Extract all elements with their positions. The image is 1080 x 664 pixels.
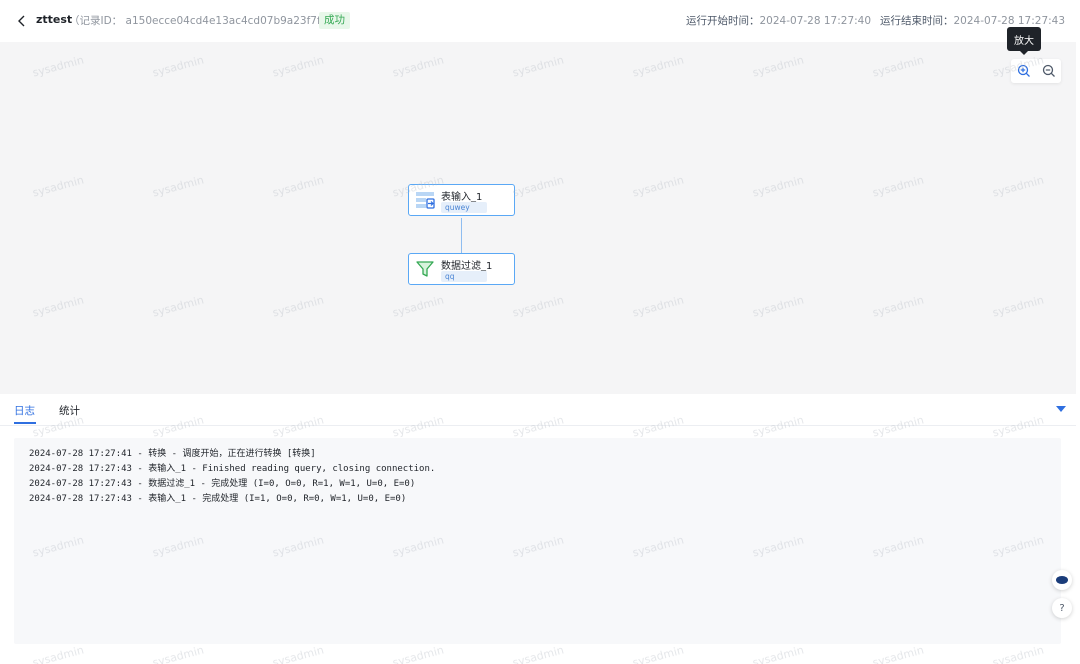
- status-badge: 成功: [319, 12, 350, 29]
- run-start-time: 运行开始时间：2024-07-28 17:27:40: [686, 13, 871, 28]
- node-subtitle: quwey: [441, 202, 487, 213]
- panel-tabs: 日志 统计: [0, 394, 1076, 426]
- node-title: 数据过滤_1: [441, 261, 493, 272]
- table-input-icon: [416, 192, 435, 209]
- assistant-button[interactable]: [1052, 570, 1072, 590]
- chevron-left-icon: [18, 15, 25, 27]
- zoom-in-icon: [1017, 64, 1030, 77]
- zoom-controls: [1011, 59, 1061, 83]
- caret-down-icon[interactable]: [1055, 404, 1067, 414]
- page-header: zttest （记录ID： a150ecce04cd4e13ac4cd07b9a…: [0, 0, 1080, 42]
- run-start-value: 2024-07-28 17:27:40: [759, 15, 872, 27]
- run-end-label: 运行结束时间：: [880, 15, 954, 27]
- active-tab-indicator: [14, 422, 36, 424]
- zoom-out-icon: [1042, 64, 1055, 77]
- log-area[interactable]: 2024-07-28 17:27:41 - 转换 - 调度开始，正在进行转换 […: [14, 438, 1061, 644]
- log-line: 2024-07-28 17:27:41 - 转换 - 调度开始，正在进行转换 […: [29, 449, 316, 459]
- tab-log[interactable]: 日志: [14, 403, 35, 418]
- zoom-in-tooltip: 放大: [1007, 27, 1041, 55]
- log-line: 2024-07-28 17:27:43 - 表输入_1 - Finished r…: [29, 464, 436, 474]
- back-button[interactable]: [14, 12, 30, 30]
- node-table-input[interactable]: 表输入_1 quwey: [408, 184, 515, 216]
- filter-icon: [416, 261, 434, 277]
- zoom-out-button[interactable]: [1039, 61, 1059, 81]
- run-start-label: 运行开始时间：: [686, 15, 760, 27]
- flow-edge: [461, 218, 462, 253]
- node-data-filter[interactable]: 数据过滤_1 qq: [408, 253, 515, 285]
- tab-stats[interactable]: 统计: [59, 403, 80, 418]
- help-button[interactable]: ?: [1052, 598, 1072, 618]
- zoom-in-button[interactable]: [1014, 61, 1034, 81]
- node-title: 表输入_1: [441, 192, 483, 203]
- node-subtitle: qq: [441, 271, 487, 282]
- app-root: zttest （记录ID： a150ecce04cd4e13ac4cd07b9a…: [0, 0, 1080, 664]
- flow-canvas[interactable]: 表输入_1 quwey 数据过滤_1 qq: [0, 42, 1076, 394]
- job-name: zttest: [36, 13, 73, 26]
- record-id: （记录ID： a150ecce04cd4e13ac4cd07b9a23f7fb）: [69, 15, 338, 27]
- help-icon: ?: [1059, 602, 1065, 614]
- assistant-icon: [1056, 576, 1068, 584]
- log-line: 2024-07-28 17:27:43 - 表输入_1 - 完成处理 (I=1,…: [29, 494, 407, 504]
- run-end-value: 2024-07-28 17:27:43: [953, 15, 1066, 27]
- run-end-time: 运行结束时间：2024-07-28 17:27:43: [880, 13, 1065, 28]
- bottom-panel: 日志 统计 2024-07-28 17:27:41 - 转换 - 调度开始，正在…: [0, 394, 1076, 664]
- log-line: 2024-07-28 17:27:43 - 数据过滤_1 - 完成处理 (I=0…: [29, 479, 416, 489]
